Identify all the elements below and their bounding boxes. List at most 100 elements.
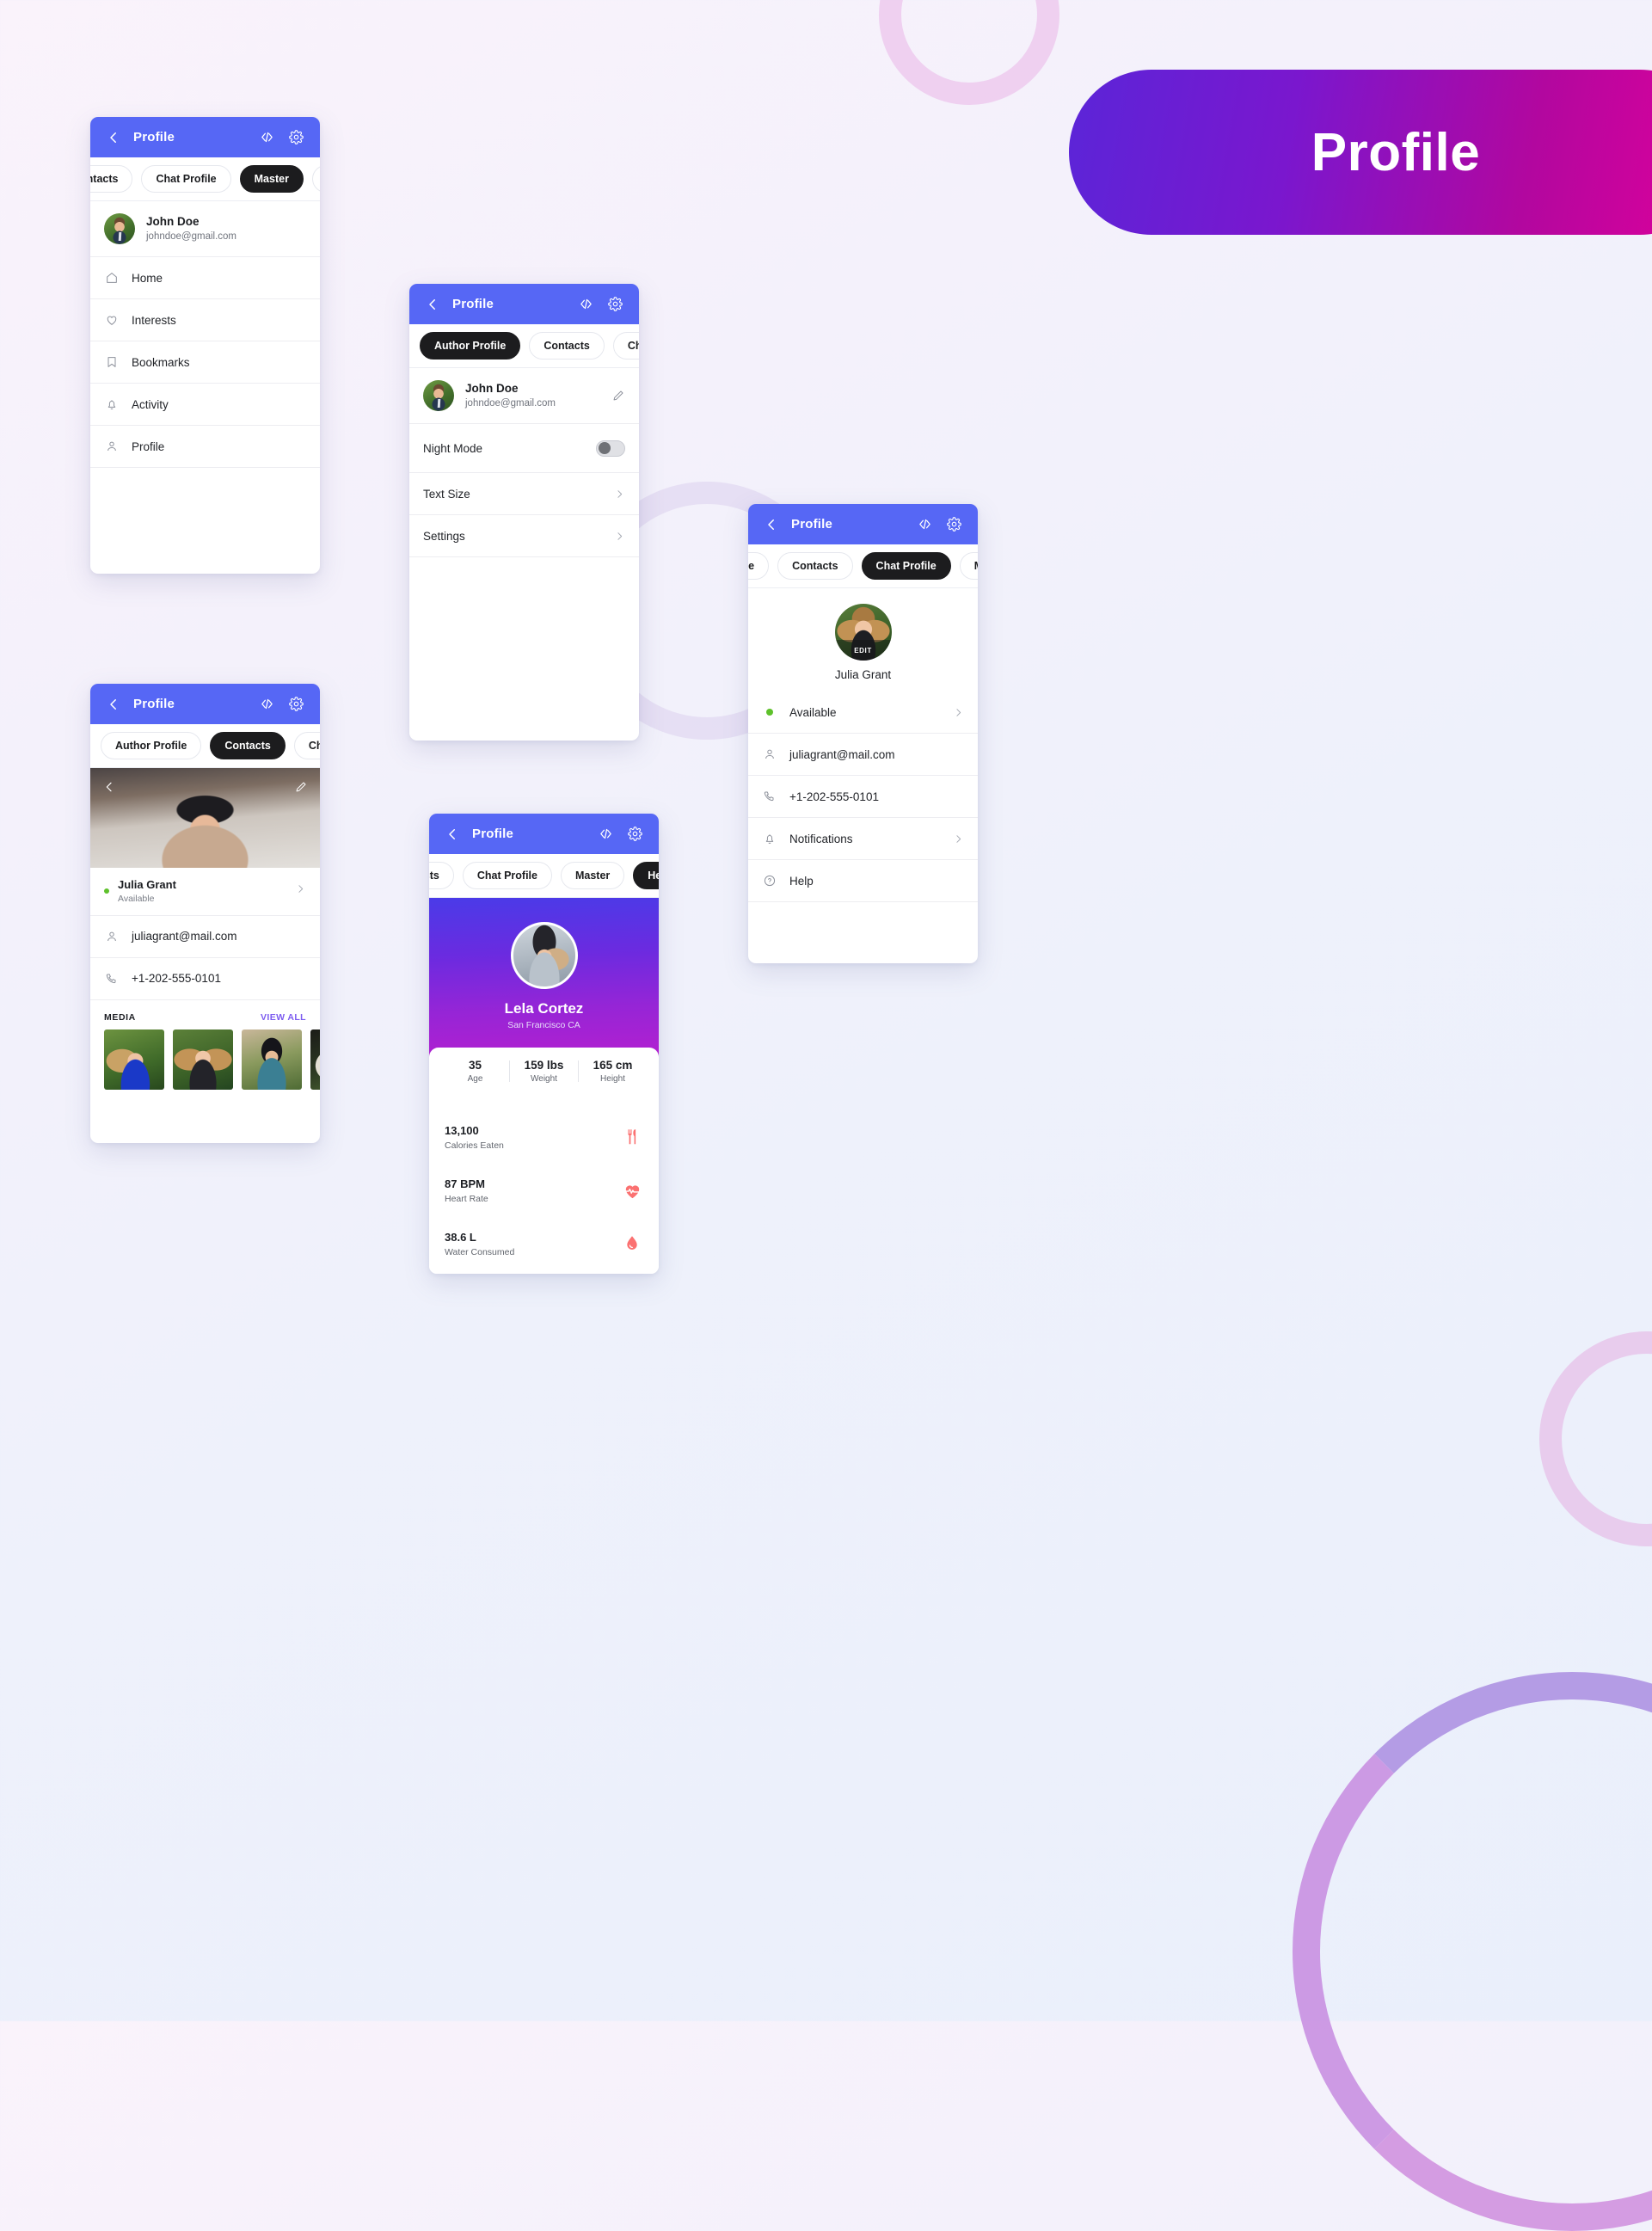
chevron-left-icon[interactable]	[425, 297, 440, 312]
tab-chat-profile[interactable]: Chat Profile	[612, 332, 639, 360]
media-header: MEDIA VIEW ALL	[90, 1000, 320, 1029]
chat-row-status[interactable]: Available	[748, 691, 978, 734]
gear-icon[interactable]	[287, 696, 304, 713]
tab-master[interactable]: Master	[560, 862, 625, 889]
code-icon[interactable]	[916, 516, 933, 533]
metric-water[interactable]: 38.6 L Water Consumed	[429, 1217, 659, 1270]
gear-icon[interactable]	[945, 516, 962, 533]
metric-heart-rate[interactable]: 87 BPM Heart Rate	[429, 1164, 659, 1217]
pencil-icon[interactable]	[294, 780, 308, 794]
chat-row-email[interactable]: juliagrant@mail.com	[748, 734, 978, 776]
setting-night-mode[interactable]: Night Mode	[409, 424, 639, 473]
media-thumbnail-strip[interactable]	[90, 1029, 320, 1090]
stat-value: 159 lbs	[524, 1059, 564, 1072]
chat-row-notifications[interactable]: Notifications	[748, 818, 978, 860]
setting-settings[interactable]: Settings	[409, 515, 639, 557]
tab-health-profile[interactable]: Health Profile	[311, 165, 320, 193]
tab-strip[interactable]: Author Profile Contacts Chat Profile Mas	[90, 724, 320, 768]
health-summary-stats: 35 Age 159 lbs Weight 165 cm Height	[429, 1048, 659, 1093]
chevron-left-icon[interactable]	[106, 697, 121, 712]
setting-text-size[interactable]: Text Size	[409, 473, 639, 515]
bell-icon	[762, 831, 777, 846]
heart-pulse-icon	[621, 1179, 643, 1202]
code-icon[interactable]	[258, 129, 275, 146]
app-bar: Profile	[90, 684, 320, 724]
avatar[interactable]: EDIT	[834, 604, 892, 661]
menu-item-bookmarks[interactable]: Bookmarks	[90, 341, 320, 384]
menu-item-home[interactable]: Home	[90, 257, 320, 299]
tab-health-profile[interactable]: Health Profile	[633, 862, 659, 889]
media-thumbnail[interactable]	[310, 1029, 320, 1090]
chevron-left-icon[interactable]	[106, 130, 121, 145]
app-bar-title: Profile	[452, 297, 494, 311]
chevron-right-icon	[613, 531, 625, 542]
tab-contacts[interactable]: Contacts	[90, 165, 133, 193]
tab-strip[interactable]: ntacts Chat Profile Master Health Profil…	[429, 854, 659, 898]
view-all-link[interactable]: VIEW ALL	[261, 1012, 306, 1023]
tab-contacts[interactable]: Contacts	[777, 552, 853, 580]
chevron-right-icon	[613, 489, 625, 500]
gear-icon[interactable]	[626, 826, 643, 843]
contact-phone-row[interactable]: +1-202-555-0101	[90, 958, 320, 1000]
contact-name-row[interactable]: Julia Grant Available	[90, 868, 320, 916]
profile-header-row[interactable]: John Doe johndoe@gmail.com	[90, 201, 320, 257]
menu-item-profile[interactable]: Profile	[90, 426, 320, 468]
metric-calories[interactable]: 13,100 Calories Eaten	[429, 1110, 659, 1164]
chat-row-label: juliagrant@mail.com	[789, 747, 895, 761]
tab-contacts[interactable]: Contacts	[210, 732, 286, 759]
chevron-left-icon[interactable]	[764, 517, 779, 532]
tab-author-profile[interactable]: Author Profile	[101, 732, 202, 759]
app-bar-title: Profile	[133, 130, 175, 144]
chevron-right-icon	[295, 883, 306, 899]
tab-master[interactable]: Master	[959, 552, 978, 580]
tab-strip[interactable]: Author Profile Contacts Chat Profile Mas	[409, 324, 639, 368]
tab-contacts[interactable]: Contacts	[529, 332, 605, 360]
contact-identity: Julia Grant Available	[118, 877, 176, 906]
chat-row-label: Help	[789, 874, 814, 888]
tab-master[interactable]: Master	[239, 165, 304, 193]
code-icon[interactable]	[597, 826, 614, 843]
profile-email: johndoe@gmail.com	[146, 231, 237, 243]
chat-row-phone[interactable]: +1-202-555-0101	[748, 776, 978, 818]
menu-item-activity[interactable]: Activity	[90, 384, 320, 426]
profile-name: John Doe	[465, 381, 519, 395]
media-thumbnail[interactable]	[104, 1029, 164, 1090]
chevron-right-icon	[952, 707, 964, 718]
tab-author-profile[interactable]: Author Profile	[420, 332, 521, 360]
tab-author-profile[interactable]: file	[748, 552, 770, 580]
tab-contacts[interactable]: ntacts	[429, 862, 454, 889]
setting-label: Night Mode	[423, 441, 483, 455]
app-bar-title: Profile	[791, 517, 833, 532]
gear-icon[interactable]	[606, 296, 623, 313]
chat-row-help[interactable]: Help	[748, 860, 978, 902]
gear-icon[interactable]	[287, 129, 304, 146]
chevron-left-icon[interactable]	[445, 827, 460, 842]
night-mode-toggle[interactable]	[596, 439, 625, 457]
setting-label: Settings	[423, 529, 465, 543]
stat-label: Age	[467, 1074, 483, 1084]
metric-text: 87 BPM Heart Rate	[445, 1177, 488, 1204]
code-icon[interactable]	[577, 296, 594, 313]
tab-chat-profile[interactable]: Chat Profile	[141, 165, 231, 193]
tab-chat-profile[interactable]: Chat Profile	[293, 732, 320, 759]
avatar-edit-label[interactable]: EDIT	[834, 640, 892, 661]
health-profile-name: Lela Cortez	[504, 1000, 584, 1017]
menu-item-interests[interactable]: Interests	[90, 299, 320, 341]
menu-item-label: Activity	[132, 397, 169, 411]
media-thumbnail[interactable]	[173, 1029, 233, 1090]
tab-chat-profile[interactable]: Chat Profile	[861, 552, 951, 580]
pencil-icon[interactable]	[611, 389, 625, 403]
profile-header-row[interactable]: John Doe johndoe@gmail.com	[409, 368, 639, 424]
cutlery-icon	[621, 1126, 643, 1148]
menu-item-label: Interests	[132, 313, 176, 327]
code-icon[interactable]	[258, 696, 275, 713]
contact-email-row[interactable]: juliagrant@mail.com	[90, 916, 320, 958]
metric-sleep[interactable]: 7.3 H	[429, 1270, 659, 1274]
tab-strip[interactable]: file Contacts Chat Profile Master Health	[748, 544, 978, 588]
health-hero: Lela Cortez San Francisco CA	[429, 898, 659, 1060]
media-thumbnail[interactable]	[242, 1029, 302, 1090]
tab-chat-profile[interactable]: Chat Profile	[462, 862, 552, 889]
tab-strip[interactable]: Contacts Chat Profile Master Health Prof…	[90, 157, 320, 201]
metric-text: 38.6 L Water Consumed	[445, 1231, 514, 1257]
chevron-left-icon[interactable]	[102, 780, 116, 794]
